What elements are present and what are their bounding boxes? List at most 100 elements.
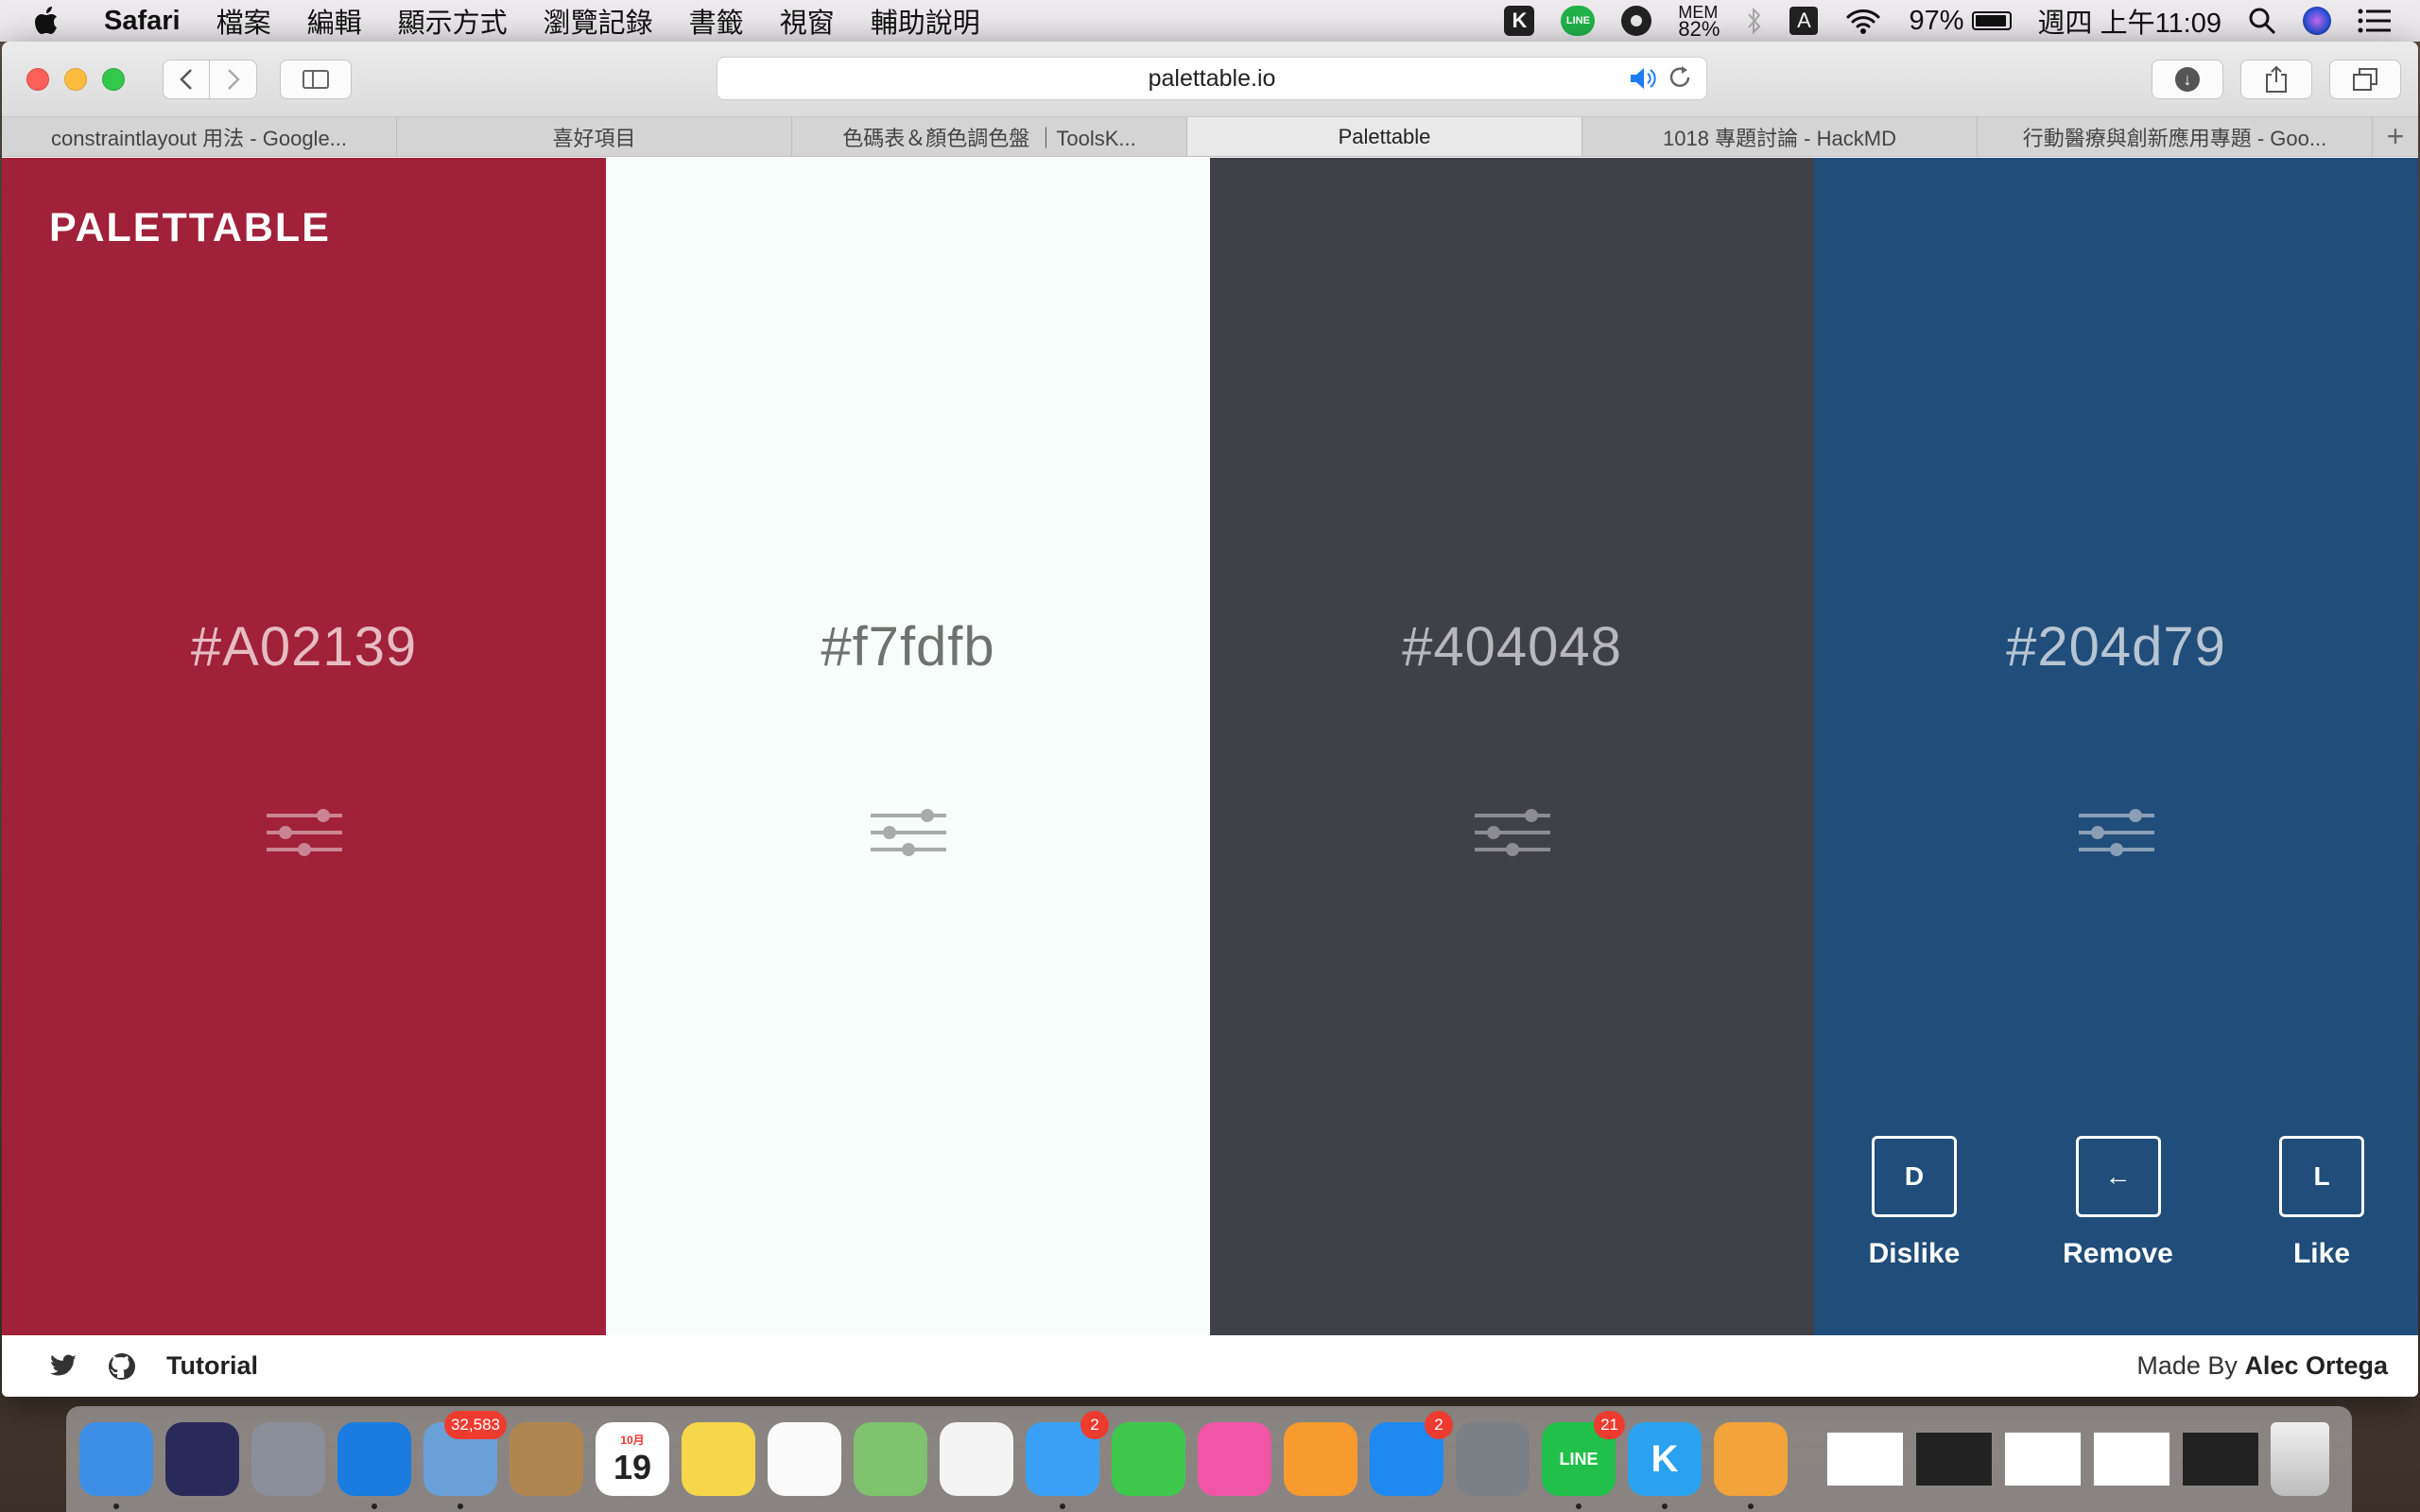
author-link[interactable]: Alec Ortega [2244, 1351, 2388, 1380]
menu-window[interactable]: 視窗 [780, 1, 835, 41]
dock-finder-icon[interactable] [79, 1422, 153, 1509]
battery-indicator[interactable]: 97% [1909, 5, 2012, 37]
download-arrow-icon: ↓ [2175, 67, 2200, 92]
dock-messages-icon[interactable]: 2 [1026, 1411, 1109, 1509]
color-panel-3[interactable]: #404048 [1210, 158, 1814, 1335]
like-button[interactable]: L Like [2265, 1136, 2378, 1270]
color-hex-label[interactable]: #f7fdfb [606, 615, 1210, 679]
adjust-sliders-icon[interactable] [870, 806, 946, 863]
k-app-status-icon[interactable]: K [1504, 6, 1535, 36]
dock-minimized-window[interactable] [1826, 1432, 1904, 1486]
github-icon[interactable] [108, 1352, 136, 1381]
dock-reminders-icon[interactable] [768, 1422, 841, 1496]
dock-trash-icon[interactable] [2271, 1422, 2329, 1496]
tab-mobile-health[interactable]: 行動醫療與創新應用專題 - Goo... [1978, 117, 2373, 156]
menu-view[interactable]: 顯示方式 [398, 1, 508, 41]
color-hex-label[interactable]: #204d79 [1814, 615, 2418, 679]
color-panel-2[interactable]: #f7fdfb [606, 158, 1210, 1335]
dock-pages-icon[interactable] [1714, 1422, 1788, 1509]
downloads-button[interactable]: ↓ [2152, 60, 2223, 99]
dock-line-icon[interactable]: LINE 21 [1542, 1411, 1625, 1509]
show-sidebar-button[interactable] [280, 59, 352, 99]
apple-logo-icon[interactable] [34, 7, 59, 35]
color-hex-label[interactable]: #404048 [1210, 615, 1814, 679]
siri-icon[interactable] [2303, 7, 2331, 35]
dock-minimized-window[interactable] [2004, 1432, 2082, 1486]
dock-contacts-icon[interactable] [510, 1422, 583, 1496]
address-bar[interactable]: palettable.io [717, 57, 1707, 100]
reload-icon[interactable] [1667, 63, 1693, 92]
memory-monitor[interactable]: MEM 82% [1678, 4, 1720, 40]
clock[interactable]: 週四 上午11:09 [2038, 1, 2221, 41]
dock-maps-icon[interactable] [854, 1422, 927, 1496]
brand-logo[interactable]: PALETTABLE [49, 205, 331, 251]
running-indicator [372, 1503, 377, 1509]
adjust-sliders-icon[interactable] [2078, 806, 2154, 863]
palettable-page: PALETTABLE #A02139 #f7fdfb #404048 #204d… [2, 158, 2418, 1397]
dock-notes-icon[interactable] [682, 1422, 755, 1496]
dock-photos-icon[interactable] [940, 1422, 1013, 1496]
dock-facetime-icon[interactable] [1112, 1422, 1185, 1496]
dock-minimized-window[interactable] [1915, 1432, 1993, 1486]
dock-siri-icon[interactable] [165, 1422, 239, 1496]
wifi-icon[interactable] [1844, 7, 1882, 35]
menu-edit[interactable]: 編輯 [307, 1, 362, 41]
line-status-icon[interactable]: LINE [1561, 6, 1596, 36]
chevron-right-icon [227, 68, 240, 90]
dock-system-preferences-icon[interactable] [1456, 1422, 1530, 1496]
dock-app-store-icon[interactable]: 2 [1370, 1411, 1453, 1496]
new-tab-button[interactable]: + [2373, 117, 2418, 156]
tab-favorites[interactable]: 喜好項目 [397, 117, 792, 156]
speaker-audio-icon[interactable] [1629, 65, 1657, 92]
tab-constraintlayout[interactable]: constraintlayout 用法 - Google... [2, 117, 397, 156]
forward-button[interactable] [210, 59, 257, 99]
color-panel-1[interactable]: PALETTABLE #A02139 [2, 158, 606, 1335]
share-button[interactable] [2240, 60, 2312, 99]
minimize-window-button[interactable] [64, 67, 87, 91]
dock-badge: 2 [1080, 1411, 1109, 1439]
adjust-sliders-icon[interactable] [1474, 806, 1550, 863]
dock-mail-icon[interactable]: 32,583 [424, 1411, 507, 1509]
dock-k-app-icon[interactable]: K [1628, 1422, 1702, 1509]
menu-app-name[interactable]: Safari [104, 6, 181, 37]
bluetooth-icon[interactable] [1746, 8, 1763, 34]
tab-title: 1018 專題討論 - HackMD [1663, 126, 1896, 150]
battery-percent: 97% [1909, 5, 1964, 36]
made-by-label: Made By [2136, 1351, 2238, 1380]
tab-palettable[interactable]: Palettable [1187, 117, 1582, 156]
menu-history[interactable]: 瀏覽記錄 [544, 1, 653, 41]
dock-launchpad-icon[interactable] [251, 1422, 325, 1496]
back-button[interactable] [163, 59, 210, 99]
browser-toolbar: palettable.io ↓ [2, 42, 2418, 117]
chevron-left-icon [180, 68, 192, 90]
tab-hackmd[interactable]: 1018 專題討論 - HackMD [1582, 117, 1978, 156]
tab-color-table[interactable]: 色碼表＆顏色調色盤 ｜ToolsK... [792, 117, 1187, 156]
twitter-icon[interactable] [49, 1354, 78, 1379]
dock-calendar-icon[interactable]: 10月 19 [596, 1422, 669, 1496]
share-icon [2266, 65, 2287, 93]
show-all-tabs-button[interactable] [2329, 60, 2401, 99]
dock-minimized-window[interactable] [2182, 1432, 2259, 1486]
fullscreen-window-button[interactable] [102, 67, 125, 91]
color-hex-label[interactable]: #A02139 [2, 615, 606, 679]
tutorial-link[interactable]: Tutorial [166, 1351, 258, 1381]
dock-safari-icon[interactable] [337, 1422, 411, 1509]
dock-itunes-icon[interactable] [1198, 1422, 1271, 1496]
menu-bookmarks[interactable]: 書籤 [689, 1, 744, 41]
input-source-icon[interactable]: A [1789, 7, 1819, 35]
menu-file[interactable]: 檔案 [216, 1, 271, 41]
dock-minimized-window[interactable] [2093, 1432, 2170, 1486]
menu-help[interactable]: 輔助說明 [871, 1, 980, 41]
remove-button[interactable]: ← Remove [2062, 1136, 2175, 1270]
adjust-sliders-icon[interactable] [266, 806, 342, 863]
rating-actions: D Dislike ← Remove L Like [1814, 1136, 2418, 1270]
eye-status-icon[interactable] [1621, 6, 1652, 36]
spotlight-search-icon[interactable] [2248, 7, 2276, 35]
color-panel-4[interactable]: #204d79 D Dislike ← Remove L Like [1814, 158, 2418, 1335]
close-window-button[interactable] [26, 67, 49, 91]
notification-center-icon[interactable] [2358, 9, 2392, 33]
like-key: L [2279, 1136, 2364, 1217]
dislike-button[interactable]: D Dislike [1858, 1136, 1971, 1270]
dock-badge: 21 [1594, 1411, 1625, 1439]
dock-ibooks-icon[interactable] [1284, 1422, 1357, 1496]
